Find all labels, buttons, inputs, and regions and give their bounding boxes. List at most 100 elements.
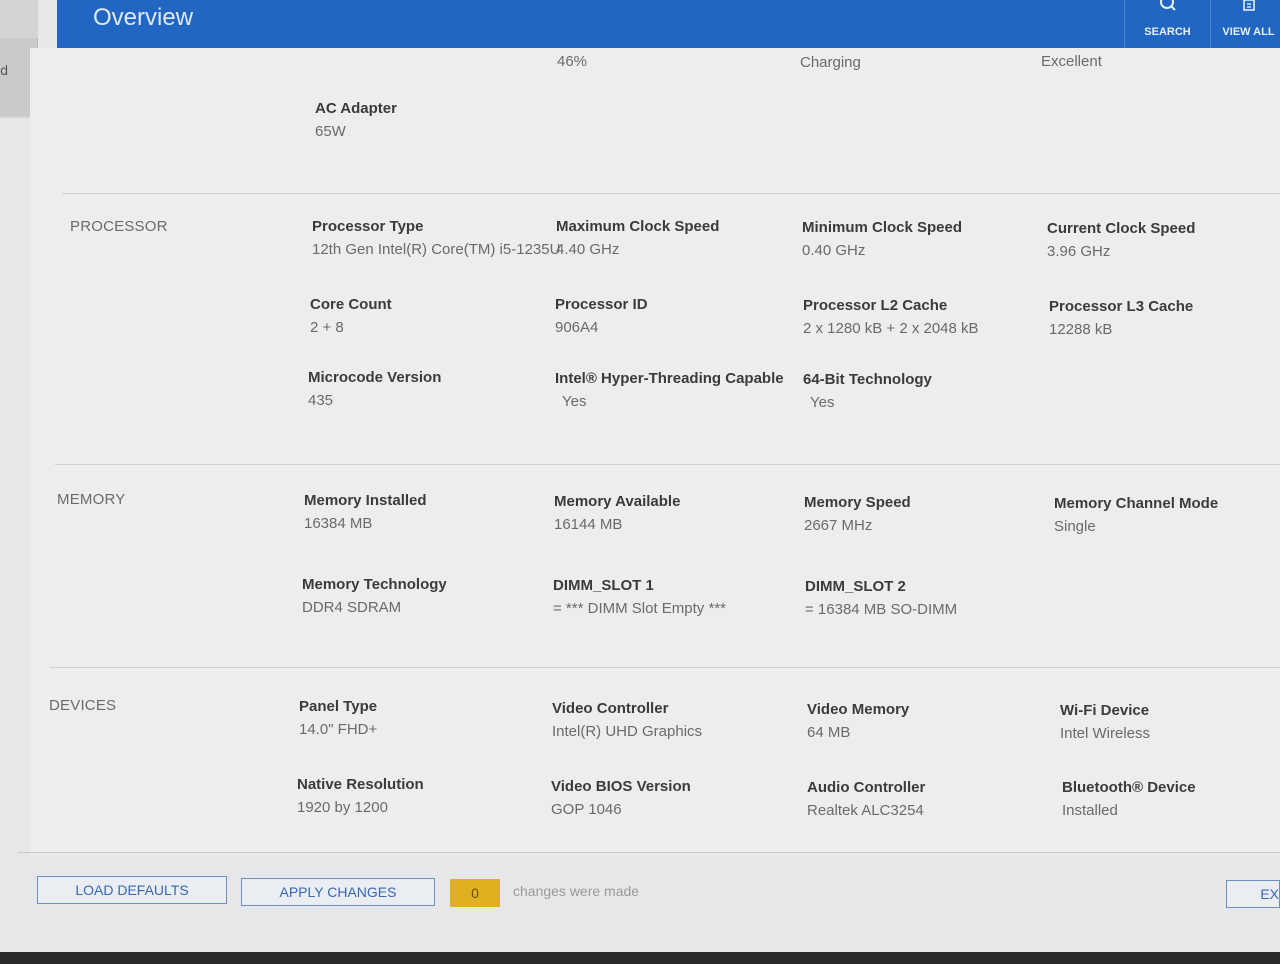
battery-state: Charging <box>800 54 861 71</box>
min-clock-field: Minimum Clock Speed 0.40 GHz <box>802 219 962 259</box>
field-value: = 16384 MB SO-DIMM <box>805 601 958 618</box>
field-label: Wi-Fi Device <box>1060 702 1150 719</box>
load-defaults-button[interactable]: LOAD DEFAULTS <box>37 876 227 904</box>
field-label: Video Memory <box>807 701 910 718</box>
dimm-slot-2-field: DIMM_SLOT 2 = 16384 MB SO-DIMM <box>805 578 957 618</box>
memory-speed-field: Memory Speed 2667 MHz <box>804 494 911 534</box>
field-value: Intel(R) UHD Graphics <box>552 723 703 740</box>
field-label: Maximum Clock Speed <box>556 218 720 235</box>
footer-divider <box>18 852 1280 853</box>
max-clock-field: Maximum Clock Speed 4.40 GHz <box>556 218 719 258</box>
current-clock-field: Current Clock Speed 3.96 GHz <box>1047 220 1195 260</box>
panel-type-field: Panel Type 14.0" FHD+ <box>299 698 377 738</box>
microcode-field: Microcode Version 435 <box>308 369 441 409</box>
field-value: 14.0" FHD+ <box>299 721 378 738</box>
sidebar-tab-label: d <box>0 64 9 79</box>
search-label: SEARCH <box>1144 26 1191 38</box>
field-value: 906A4 <box>555 319 599 336</box>
field-value: 0.40 GHz <box>802 242 866 259</box>
field-label: DIMM_SLOT 1 <box>553 577 654 594</box>
search-button[interactable]: SEARCH <box>1125 0 1210 48</box>
field-label: DIMM_SLOT 2 <box>805 578 906 595</box>
field-value: 2667 MHz <box>804 517 873 534</box>
field-label: Video Controller <box>552 700 669 717</box>
field-label: Intel® Hyper-Threading Capable <box>555 370 784 387</box>
field-label: Video BIOS Version <box>551 778 691 795</box>
field-label: Minimum Clock Speed <box>802 219 963 236</box>
exit-button[interactable]: EX <box>1226 880 1280 908</box>
section-divider <box>50 667 1280 668</box>
field-value: 64 MB <box>807 724 851 741</box>
dimm-slot-1-field: DIMM_SLOT 1 = *** DIMM Slot Empty *** <box>553 577 726 617</box>
section-memory: MEMORY <box>57 491 126 508</box>
field-label: Memory Technology <box>302 576 447 593</box>
l3-cache-field: Processor L3 Cache 12288 kB <box>1049 298 1193 338</box>
field-label: Memory Installed <box>304 492 427 509</box>
field-label: 64-Bit Technology <box>803 371 932 388</box>
field-label: Audio Controller <box>807 779 926 796</box>
field-value: Realtek ALC3254 <box>807 802 924 819</box>
ac-adapter-field: AC Adapter 65W <box>315 100 397 140</box>
field-label: Processor L2 Cache <box>803 297 948 314</box>
field-label: Memory Available <box>554 493 681 510</box>
bluetooth-device-field: Bluetooth® Device Installed <box>1062 779 1196 819</box>
field-value: GOP 1046 <box>551 801 622 818</box>
field-label: AC Adapter <box>315 100 397 117</box>
field-label: Memory Speed <box>804 494 911 511</box>
view-all-icon <box>1217 0 1280 26</box>
field-label: Core Count <box>310 296 392 313</box>
field-value: 65W <box>315 123 346 140</box>
wifi-device-field: Wi-Fi Device Intel Wireless <box>1060 702 1150 742</box>
section-processor: PROCESSOR <box>70 218 168 235</box>
native-resolution-field: Native Resolution 1920 by 1200 <box>297 776 424 816</box>
video-controller-field: Video Controller Intel(R) UHD Graphics <box>552 700 702 740</box>
field-label: Memory Channel Mode <box>1054 495 1219 512</box>
memory-available-field: Memory Available 16144 MB <box>554 493 680 533</box>
field-value: Yes <box>810 394 835 411</box>
changes-status-text: changes were made <box>513 883 640 899</box>
search-icon <box>1125 0 1210 26</box>
field-value: Single <box>1054 518 1096 535</box>
section-divider <box>55 464 1280 465</box>
field-value: 16384 MB <box>304 515 373 532</box>
screen-bezel <box>0 952 1280 964</box>
video-bios-field: Video BIOS Version GOP 1046 <box>551 778 691 818</box>
processor-type-field: Processor Type 12th Gen Intel(R) Core(TM… <box>312 218 560 258</box>
page-title: Overview <box>93 4 194 31</box>
view-all-button[interactable]: VIEW ALL <box>1217 0 1280 48</box>
field-value: 435 <box>308 392 334 409</box>
memory-installed-field: Memory Installed 16384 MB <box>304 492 427 532</box>
field-value: 16144 MB <box>554 516 623 533</box>
field-label: Processor ID <box>555 296 648 313</box>
field-value: 3.96 GHz <box>1047 243 1111 260</box>
field-label: Panel Type <box>299 698 378 715</box>
memory-channel-field: Memory Channel Mode Single <box>1054 495 1218 535</box>
header-bar: Overview SEARCH VIEW ALL <box>57 0 1280 48</box>
section-devices: DEVICES <box>49 697 117 714</box>
apply-changes-button[interactable]: APPLY CHANGES <box>241 878 435 906</box>
processor-id-field: Processor ID 906A4 <box>555 296 648 336</box>
view-all-label: VIEW ALL <box>1222 26 1275 38</box>
field-value: 1920 by 1200 <box>297 799 388 816</box>
battery-charge: 46% <box>557 53 588 70</box>
memory-technology-field: Memory Technology DDR4 SDRAM <box>302 576 447 616</box>
field-label: Native Resolution <box>297 776 424 793</box>
hyperthreading-field: Intel® Hyper-Threading Capable Yes <box>555 370 784 410</box>
field-value: Installed <box>1062 802 1118 819</box>
video-memory-field: Video Memory 64 MB <box>807 701 909 741</box>
field-value: Yes <box>562 393 587 410</box>
header-divider <box>1210 0 1211 48</box>
battery-health: Excellent <box>1041 53 1102 70</box>
field-label: Current Clock Speed <box>1047 220 1196 237</box>
field-value: 12288 kB <box>1049 321 1113 338</box>
field-label: Microcode Version <box>308 369 442 386</box>
field-value: Intel Wireless <box>1060 725 1151 742</box>
64bit-field: 64-Bit Technology Yes <box>803 371 932 411</box>
field-value: 2 + 8 <box>310 319 344 336</box>
field-value: = *** DIMM Slot Empty *** <box>553 600 726 617</box>
field-value: 12th Gen Intel(R) Core(TM) i5-1235U <box>312 241 561 258</box>
field-value: 4.40 GHz <box>556 241 620 258</box>
change-count-badge: 0 <box>450 879 500 907</box>
section-divider <box>62 193 1280 194</box>
field-label: Processor Type <box>312 218 424 235</box>
